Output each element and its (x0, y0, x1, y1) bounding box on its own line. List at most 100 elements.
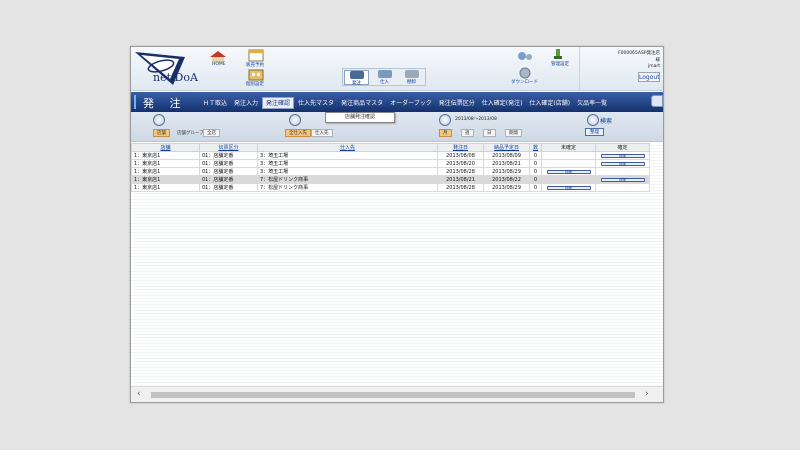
order-list: 店舗 伝票区分 仕入先 発注日 納品予定日 数 未確定 確定 1：東京店1 01… (131, 143, 663, 386)
search-link[interactable]: 検索 (600, 116, 612, 125)
scroll-right-arrow-icon[interactable]: › (645, 389, 649, 399)
cell-supplier: 7：松屋ドリンク商事 (257, 183, 438, 192)
cell-supplier: 7：松屋ドリンク商事 (257, 175, 438, 184)
cell-count: 0 (529, 151, 542, 160)
table-row: 1：東京店1 01：店舗定番 3：埼玉工場 2013/08/08 2013/08… (131, 151, 650, 160)
cell-store: 1：東京店1 (131, 159, 200, 168)
cell-order-date: 2013/08/28 (437, 183, 484, 192)
cell-supplier: 3：埼玉工場 (257, 167, 438, 176)
filter-range[interactable]: 期間 (505, 129, 522, 137)
tab-purchase-confirm-store[interactable]: 仕入確定(店舗) (526, 98, 573, 110)
col-store[interactable]: 店舗 (131, 143, 200, 152)
user-company: F000065ASP発注店 (618, 51, 660, 56)
tab-order-input[interactable]: 発注入力 (231, 98, 261, 110)
scroll-left-arrow-icon[interactable]: ‹ (137, 389, 141, 399)
col-supplier[interactable]: 仕入先 (257, 143, 438, 152)
detail-button[interactable]: 詳細 (546, 185, 591, 190)
cell-slip: 01：店舗定番 (199, 151, 258, 160)
filter-week[interactable]: 週 (461, 129, 474, 137)
filter-day[interactable]: 日 (483, 129, 496, 137)
col-count[interactable]: 数 (529, 143, 542, 152)
search-icon[interactable] (587, 114, 599, 126)
col-unconfirmed: 未確定 (541, 143, 596, 152)
logout-button[interactable]: Logout (638, 72, 660, 82)
tab-purchase-confirm-order[interactable]: 仕入確定(発注) (479, 98, 526, 110)
cell-confirmed (595, 183, 650, 192)
filter-supplier[interactable]: 仕入先 (311, 129, 333, 137)
filter-all-stores[interactable]: 全店 (203, 129, 220, 137)
mode-inventory[interactable]: 棚卸 (399, 70, 424, 85)
cell-order-date: 2013/08/21 (437, 175, 484, 184)
tab-strip: ＨＴ取込 発注入力 発注確認 仕入先マスタ 発注商品マスタ オーダーブック 発注伝票区分 仕入… (200, 97, 611, 110)
cell-order-date: 2013/08/08 (437, 151, 484, 160)
mode-order[interactable]: 発注 (344, 70, 369, 86)
detail-button[interactable]: 詳細 (546, 169, 591, 174)
cell-count: 0 (529, 175, 542, 184)
horizontal-scrollbar[interactable]: ‹ › (131, 386, 663, 402)
table-row: 1：東京店1 01：店舗定番 3：埼玉工場 2013/08/28 2013/08… (131, 167, 650, 176)
table-row: 1：東京店1 01：店舗定番 3：埼玉工場 2013/08/20 2013/08… (131, 159, 650, 168)
tab-order-product-master[interactable]: 発注商品マスタ (338, 98, 386, 110)
filter-month[interactable]: 月 (439, 129, 452, 137)
cell-count: 0 (529, 167, 542, 176)
filter-store[interactable]: 店舗 (153, 129, 170, 137)
col-slip-category[interactable]: 伝票区分 (199, 143, 258, 152)
cell-slip: 01：店舗定番 (199, 175, 258, 184)
tab-slip-category[interactable]: 発注伝票区分 (436, 98, 478, 110)
cell-store: 1：東京店1 (131, 167, 200, 176)
col-order-date[interactable]: 発注日 (437, 143, 484, 152)
cell-order-date: 2013/08/20 (437, 159, 484, 168)
cell-confirmed: 詳細 (595, 151, 650, 160)
table-header: 店舗 伝票区分 仕入先 発注日 納品予定日 数 未確定 確定 (131, 143, 650, 152)
user-area: F000065ASP発注店 様 jmart Logout (579, 47, 663, 91)
mode-purchase[interactable]: 仕入 (372, 70, 397, 85)
tab-order-book[interactable]: オーダーブック (387, 98, 435, 110)
inventory-icon (404, 70, 419, 78)
cell-count: 0 (529, 183, 542, 192)
settings-building-icon (248, 69, 264, 81)
col-confirmed: 確定 (595, 143, 650, 152)
header: net DoA HOME 販売予約 個別設定 発注 仕入 棚卸 管理設定 ダウン… (131, 47, 663, 91)
cell-supplier: 3：埼玉工場 (257, 159, 438, 168)
cell-unconfirmed (541, 175, 596, 184)
cell-delivery: 2013/08/22 (483, 175, 530, 184)
cell-slip: 01：店舗定番 (199, 183, 258, 192)
cell-store: 1：東京店1 (131, 151, 200, 160)
detail-button[interactable]: 詳細 (600, 153, 645, 158)
period-filter-icon[interactable] (439, 114, 451, 126)
cell-unconfirmed: 詳細 (541, 183, 596, 192)
order-table: 店舗 伝票区分 仕入先 発注日 納品予定日 数 未確定 確定 1：東京店1 01… (131, 143, 650, 192)
table-row: 1：東京店1 01：店舗定番 7：松屋ドリンク商事 2013/08/21 201… (131, 175, 650, 184)
detail-button[interactable]: 詳細 (600, 177, 645, 182)
tooltip: 店舗発注確認 (325, 112, 395, 123)
search-button[interactable]: 整理 (585, 128, 604, 136)
detail-button[interactable]: 詳細 (600, 161, 645, 166)
cell-unconfirmed: 詳細 (541, 167, 596, 176)
scroll-thumb[interactable] (151, 392, 635, 398)
tab-stockout-list[interactable]: 欠品率一覧 (574, 98, 610, 110)
filter-bar: 店舗 店舗グループ 全店 全仕入先 仕入先 2013/08〜2013/08 月 … (131, 112, 663, 142)
cell-slip: 01：店舗定番 (199, 167, 258, 176)
cell-order-date: 2013/08/28 (437, 167, 484, 176)
cell-store: 1：東京店1 (131, 183, 200, 192)
tab-scroll-button[interactable] (651, 95, 663, 107)
tab-supplier-master[interactable]: 仕入先マスタ (295, 98, 337, 110)
cell-delivery: 2013/08/29 (483, 183, 530, 192)
store-filter-icon[interactable] (153, 114, 165, 126)
tab-ht-import[interactable]: ＨＴ取込 (200, 98, 230, 110)
cell-confirmed (595, 167, 650, 176)
admin-settings-icon (518, 52, 532, 60)
filter-all-suppliers[interactable]: 全仕入先 (285, 129, 311, 137)
order-icon (349, 71, 364, 79)
period-range: 2013/08〜2013/08 (455, 117, 497, 122)
col-delivery-date[interactable]: 納品予定日 (483, 143, 530, 152)
plug-icon (554, 49, 562, 59)
tab-order-confirm[interactable]: 発注確認 (262, 97, 295, 109)
supplier-filter-icon[interactable] (289, 114, 301, 126)
cell-slip: 01：店舗定番 (199, 159, 258, 168)
cell-delivery: 2013/08/29 (483, 167, 530, 176)
calendar-icon (248, 49, 264, 62)
download-icon (519, 67, 531, 79)
cell-unconfirmed (541, 159, 596, 168)
cell-confirmed: 詳細 (595, 159, 650, 168)
